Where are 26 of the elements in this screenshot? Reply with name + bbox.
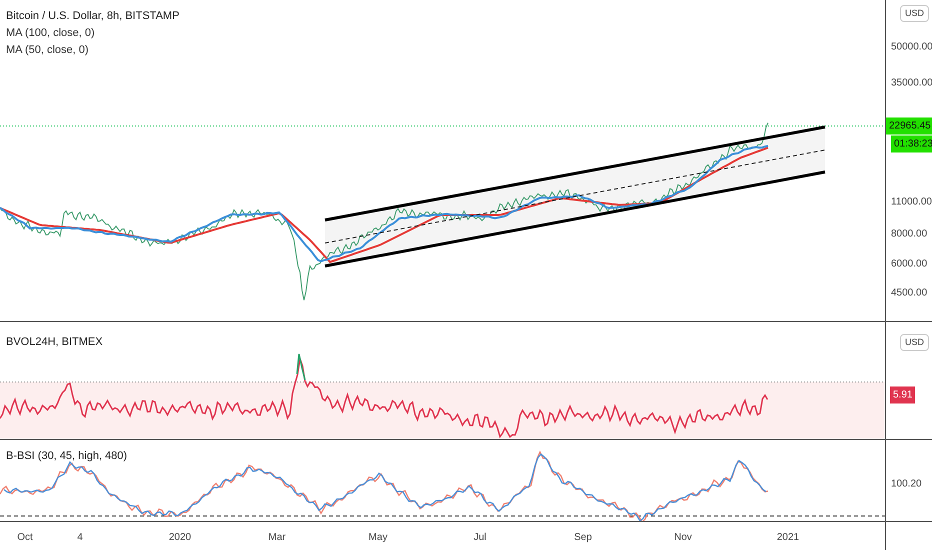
time-label: Nov bbox=[674, 531, 692, 545]
axis-label: 11000.00 bbox=[891, 195, 932, 210]
indicator-title: BVOL24H, BITMEX bbox=[6, 335, 103, 350]
time-label: Jul bbox=[474, 531, 486, 545]
axis-label: 100.20 bbox=[891, 478, 922, 492]
axis-label: 4500.00 bbox=[891, 286, 928, 301]
time-label: Oct bbox=[17, 531, 33, 545]
time-label: 2020 bbox=[168, 531, 192, 545]
study-label: MA (100, close, 0) bbox=[6, 26, 96, 41]
axis-label: 6000.00 bbox=[891, 257, 928, 272]
currency-button[interactable]: USD bbox=[900, 5, 929, 22]
value-label: 5.91 bbox=[890, 386, 916, 404]
currency-button[interactable]: USD bbox=[900, 334, 929, 351]
price-label: 22965.45 bbox=[886, 118, 932, 134]
axis-label: 50000.00 bbox=[891, 40, 932, 54]
indicator-title: B-BSI (30, 45, high, 480) bbox=[6, 449, 128, 464]
axis-label: 8000.00 bbox=[891, 228, 928, 242]
time-label: 2021 bbox=[776, 531, 800, 545]
time-label: May bbox=[368, 531, 388, 545]
study-label: MA (50, close, 0) bbox=[6, 43, 90, 58]
spike-line bbox=[296, 353, 306, 380]
time-label: Sep bbox=[574, 531, 592, 545]
time-label: Mar bbox=[268, 531, 286, 545]
axis-label: 35000.00 bbox=[891, 76, 932, 91]
chart-title: Bitcoin / U.S. Dollar, 8h, BITSTAMP bbox=[6, 9, 180, 24]
time-label: 4 bbox=[77, 531, 83, 545]
